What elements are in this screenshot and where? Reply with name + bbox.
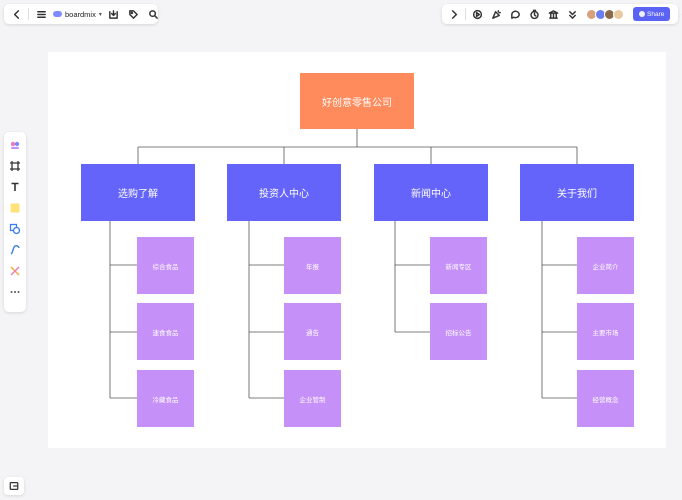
org-chart-root-node[interactable]: 好创意零售公司 [300,73,414,129]
sticky-note-icon[interactable] [7,199,23,217]
library-icon[interactable] [545,6,561,22]
comment-icon[interactable] [507,6,523,22]
celebrate-icon[interactable] [488,6,504,22]
avatar [613,8,624,20]
sub-node[interactable]: 综合食品 [137,237,194,294]
dept-node[interactable]: 新闻中心 [374,164,488,221]
sub-node[interactable]: 速食食品 [137,303,194,360]
sub-node[interactable]: 招标公告 [430,303,487,360]
play-icon[interactable] [469,6,485,22]
whiteboard-canvas[interactable]: 好创意零售公司 选购了解 投资人中心 新闻中心 关于我们 综合食品 速食食品 冷… [48,52,666,448]
board-title-dropdown[interactable]: boardmix ▾ [53,10,102,19]
cloud-icon [53,11,62,17]
shape-icon[interactable] [7,220,23,238]
back-icon[interactable] [8,6,24,22]
sub-node[interactable]: 企业简介 [577,237,634,294]
download-icon[interactable] [106,6,122,22]
sub-node[interactable]: 企业管制 [284,370,341,427]
sub-node[interactable]: 冷藏食品 [137,370,194,427]
dept-node[interactable]: 投资人中心 [227,164,341,221]
top-left-toolbar: boardmix ▾ [4,4,159,24]
menu-icon[interactable] [33,6,49,22]
sub-node[interactable]: 新闻专区 [430,237,487,294]
brand-name: boardmix [65,9,96,19]
connector-icon[interactable] [7,262,23,280]
divider [465,8,466,20]
timer-icon[interactable] [526,6,542,22]
sub-node[interactable]: 通告 [284,303,341,360]
left-tool-palette [4,132,26,312]
expand-icon[interactable] [564,6,580,22]
divider [28,8,29,20]
dept-node[interactable]: 选购了解 [81,164,195,221]
chevron-right-icon[interactable] [446,6,462,22]
search-icon[interactable] [146,6,162,22]
dept-node[interactable]: 关于我们 [520,164,634,221]
frame-icon[interactable] [7,157,23,175]
share-button[interactable]: Share [633,7,671,21]
top-right-toolbar: Share [442,4,682,24]
sub-node[interactable]: 主要市场 [577,303,634,360]
minimap-button[interactable] [4,477,24,495]
more-icon[interactable] [7,283,23,301]
share-label: Share [647,10,665,18]
text-icon[interactable] [7,178,23,196]
sub-node[interactable]: 年报 [284,237,341,294]
help-icon[interactable] [678,6,682,22]
collaborator-avatars[interactable] [586,8,624,20]
sub-node[interactable]: 经营概念 [577,370,634,427]
user-icon [639,11,645,17]
minimap-icon [9,482,19,490]
chevron-down-icon: ▾ [98,11,102,18]
pen-icon[interactable] [7,241,23,259]
templates-icon[interactable] [7,136,23,154]
tag-icon[interactable] [126,6,142,22]
